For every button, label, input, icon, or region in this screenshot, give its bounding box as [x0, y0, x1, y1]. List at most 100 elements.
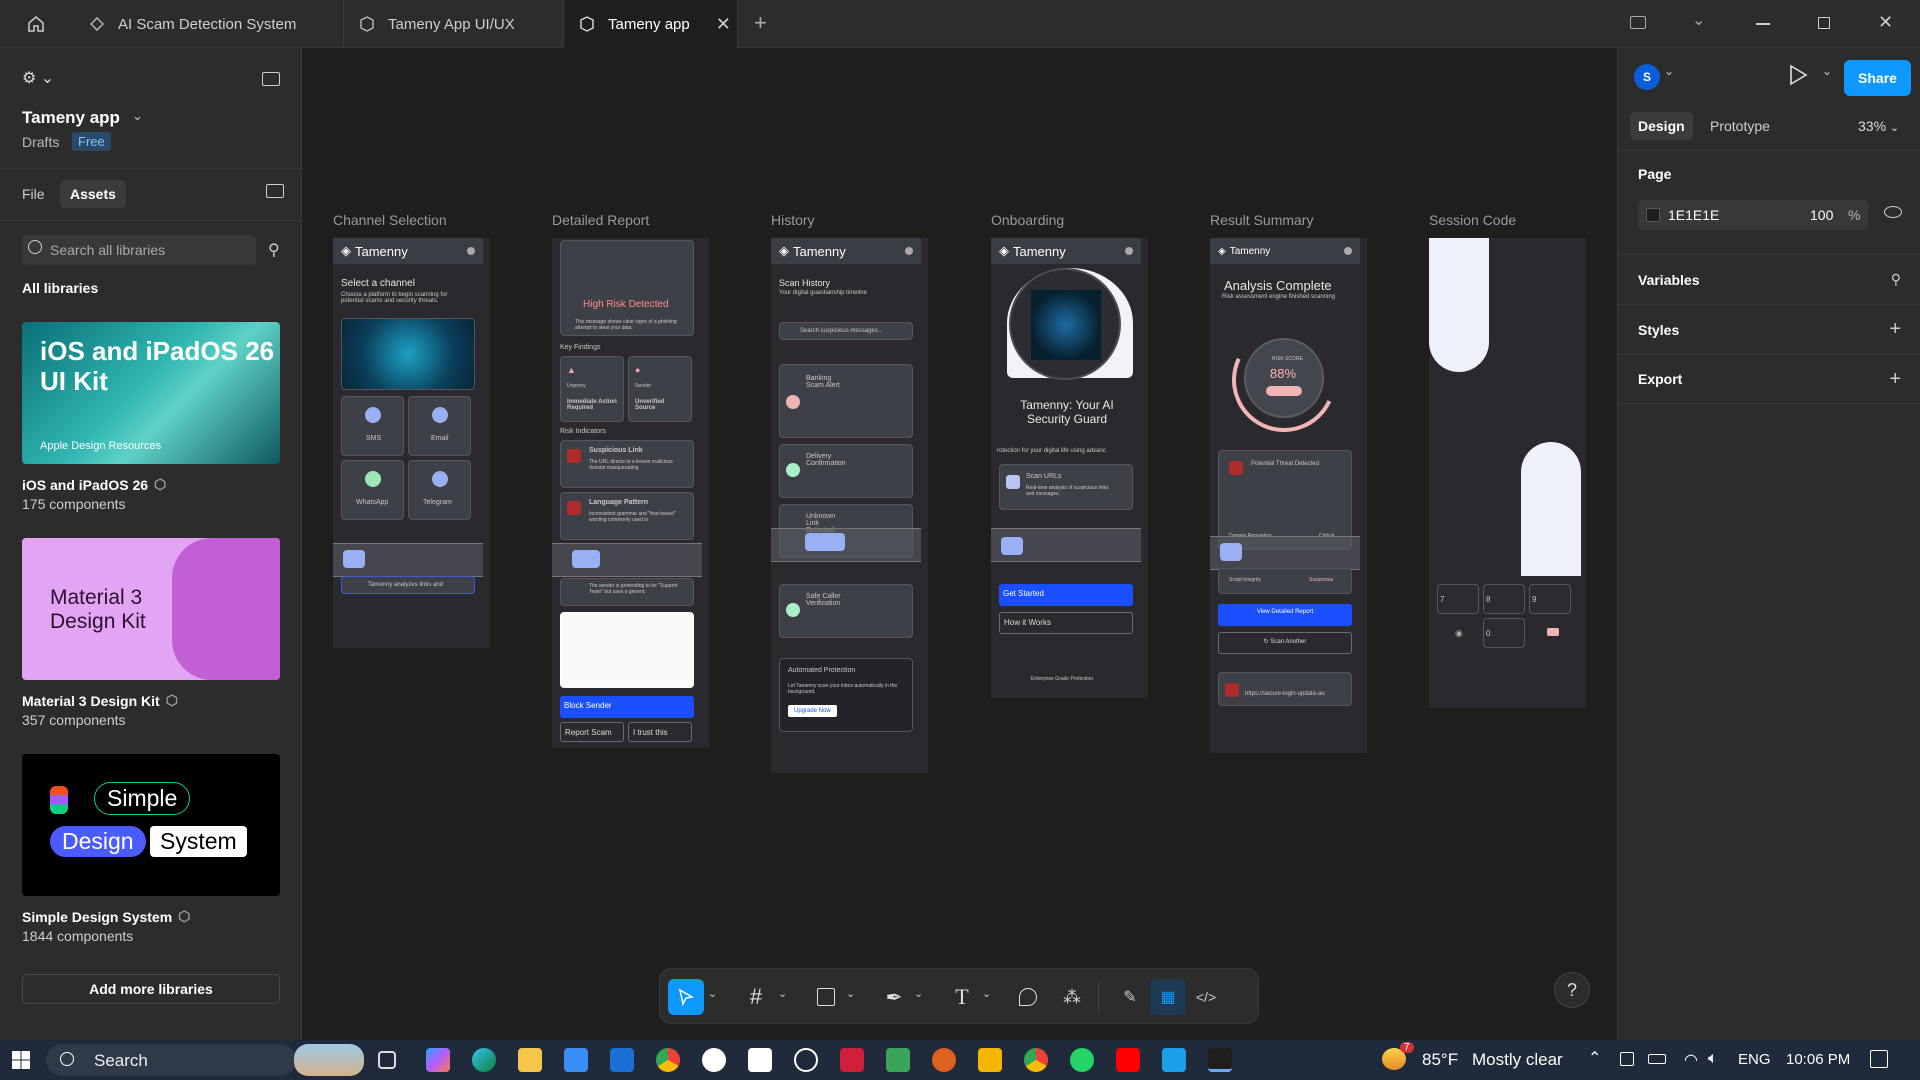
draw-mode-button[interactable]: ✎	[1112, 979, 1148, 1015]
weather-temp[interactable]: 85°F	[1422, 1050, 1458, 1070]
tab-ai-scam-detection[interactable]: AI Scam Detection System	[74, 0, 344, 48]
view-details-button[interactable]: View Detailed Report	[1218, 604, 1352, 626]
app-icon[interactable]	[1162, 1048, 1186, 1072]
chrome-icon[interactable]	[1024, 1048, 1048, 1072]
volume-icon[interactable]: 🔈︎	[1708, 1050, 1718, 1068]
library-title[interactable]: Material 3 Design Kit ⬡	[22, 692, 178, 709]
zoom-level[interactable]: 33% ⌄	[1858, 118, 1899, 134]
frame-session-code[interactable]: 7 8 9 ◉ 0	[1429, 238, 1586, 708]
sliders-icon[interactable]: ⚲	[1891, 271, 1901, 288]
frame-label-result[interactable]: Result Summary	[1210, 212, 1313, 228]
block-sender-button[interactable]: Block Sender	[560, 696, 694, 718]
tab-file[interactable]: File	[22, 186, 45, 202]
chevron-down-icon[interactable]: ⌄	[708, 987, 717, 1000]
image-app-icon[interactable]	[886, 1048, 910, 1072]
tab-tameny-app[interactable]: Tameny app ✕	[564, 0, 738, 48]
frame-label-session[interactable]: Session Code	[1429, 212, 1516, 228]
text-tool-button[interactable]: T	[944, 979, 980, 1015]
book-icon[interactable]	[266, 184, 284, 198]
frame-channel-selection[interactable]: ◈ Tamenny Select a channel Choose a platf…	[333, 238, 490, 648]
plus-icon[interactable]: +	[1889, 318, 1901, 341]
task-view-icon[interactable]	[378, 1051, 396, 1069]
key-8[interactable]: 8	[1483, 584, 1525, 614]
clock[interactable]: 10:06 PM	[1786, 1051, 1850, 1068]
minimize-icon[interactable]	[1756, 23, 1770, 25]
edge-icon[interactable]	[472, 1048, 496, 1072]
spark-icon[interactable]	[932, 1048, 956, 1072]
channel-email[interactable]: Email	[408, 396, 471, 456]
export-row[interactable]: Export +	[1618, 354, 1920, 404]
chrome-icon[interactable]	[656, 1048, 680, 1072]
library-search[interactable]: Search all libraries	[22, 235, 256, 265]
chevron-down-icon[interactable]: ⌄	[914, 987, 923, 1000]
main-menu-icon[interactable]: ⚙ ⌄	[22, 68, 54, 88]
file-explorer-icon[interactable]	[518, 1048, 542, 1072]
chevron-up-icon[interactable]: ⌃	[1588, 1048, 1601, 1068]
history-item[interactable]: Banking Scam Alert	[779, 364, 913, 438]
canvas[interactable]: Channel Selection Detailed Report Histor…	[303, 48, 1617, 1040]
key-0[interactable]: 0	[1483, 618, 1525, 648]
chevron-down-icon[interactable]: ⌄	[846, 987, 855, 1000]
channel-telegram[interactable]: Telegram	[408, 460, 471, 520]
wifi-icon[interactable]: ◠	[1684, 1050, 1698, 1070]
avatar[interactable]: S	[1634, 64, 1660, 90]
styles-row[interactable]: Styles +	[1618, 304, 1920, 354]
rectangle-tool-button[interactable]	[808, 979, 844, 1015]
filter-icon[interactable]: ⚲	[268, 240, 280, 260]
channel-sms[interactable]: SMS	[341, 396, 404, 456]
library-thumb-ios[interactable]: iOS and iPadOS 26 UI Kit Apple Design Re…	[22, 322, 280, 464]
help-button[interactable]: ?	[1554, 972, 1590, 1008]
eye-icon[interactable]	[1884, 206, 1902, 218]
chevron-down-icon[interactable]: ⌄	[1822, 64, 1832, 78]
chevron-down-icon[interactable]: ⌄	[982, 987, 991, 1000]
frame-label-history[interactable]: History	[771, 212, 815, 228]
chatgpt-icon[interactable]	[794, 1048, 818, 1072]
upgrade-button[interactable]: Upgrade Now	[788, 705, 837, 717]
scan-another-button[interactable]: ↻ Scan Another	[1218, 632, 1352, 654]
windows-start-icon[interactable]	[12, 1051, 30, 1069]
home-icon[interactable]	[26, 14, 48, 36]
tab-tameny-uiux[interactable]: Tameny App UI/UX	[344, 0, 564, 48]
notification-icon[interactable]	[1870, 1050, 1888, 1068]
chevron-down-icon[interactable]: ⌄	[1664, 64, 1674, 78]
frame-result-summary[interactable]: ◈ Tamenny Analysis Complete Risk assessme…	[1210, 238, 1367, 753]
move-tool-button[interactable]	[668, 979, 704, 1015]
pen-tool-button[interactable]: ✒	[876, 979, 912, 1015]
comment-tool-button[interactable]	[1010, 979, 1046, 1015]
file-name[interactable]: Tameny app	[22, 108, 120, 128]
panel-toggle-icon[interactable]	[1630, 16, 1646, 29]
present-button[interactable]	[1788, 64, 1808, 86]
yango-play-icon[interactable]	[840, 1048, 864, 1072]
plus-icon[interactable]: +	[1889, 368, 1901, 391]
copilot-icon[interactable]	[426, 1048, 450, 1072]
language-indicator[interactable]: ENG	[1738, 1051, 1771, 1068]
battery-icon[interactable]	[1648, 1054, 1666, 1064]
variables-row[interactable]: Variables ⚲	[1618, 254, 1920, 304]
library-title[interactable]: Simple Design System ⬡	[22, 908, 190, 925]
frame-label-report[interactable]: Detailed Report	[552, 212, 649, 228]
outlook-icon[interactable]	[610, 1048, 634, 1072]
frame-onboarding[interactable]: ◈ Tamenny Tamenny: Your AI Security Guard…	[991, 238, 1148, 698]
whatsapp-icon[interactable]	[1070, 1048, 1094, 1072]
chevron-down-icon[interactable]: ⌄	[1692, 10, 1705, 30]
tab-prototype[interactable]: Prototype	[1710, 118, 1770, 134]
store-icon[interactable]	[564, 1048, 588, 1072]
frame-label-onboarding[interactable]: Onboarding	[991, 212, 1064, 228]
taskbar-search[interactable]: Search	[46, 1044, 296, 1076]
library-thumb-simple[interactable]: Simple Design System	[22, 754, 280, 896]
weather-text[interactable]: Mostly clear	[1472, 1050, 1563, 1070]
frame-tool-button[interactable]: #	[738, 979, 774, 1015]
key-9[interactable]: 9	[1529, 584, 1571, 614]
report-scam-button[interactable]: Report Scam	[560, 722, 624, 742]
frame-detailed-report[interactable]: High Risk Detected This message shows cl…	[552, 238, 709, 748]
youtube-icon[interactable]	[1116, 1048, 1140, 1072]
trust-button[interactable]: I trust this	[628, 722, 692, 742]
library-title[interactable]: iOS and iPadOS 26 ⬡	[22, 476, 166, 493]
tab-assets[interactable]: Assets	[60, 180, 126, 208]
sidebar-toggle-icon[interactable]	[262, 72, 280, 86]
get-started-button[interactable]: Get Started	[999, 584, 1133, 606]
tab-design[interactable]: Design	[1630, 112, 1693, 140]
capcut-icon[interactable]	[748, 1048, 772, 1072]
frame-label-channel[interactable]: Channel Selection	[333, 212, 447, 228]
fingerprint-icon[interactable]: ◉	[1455, 628, 1463, 639]
